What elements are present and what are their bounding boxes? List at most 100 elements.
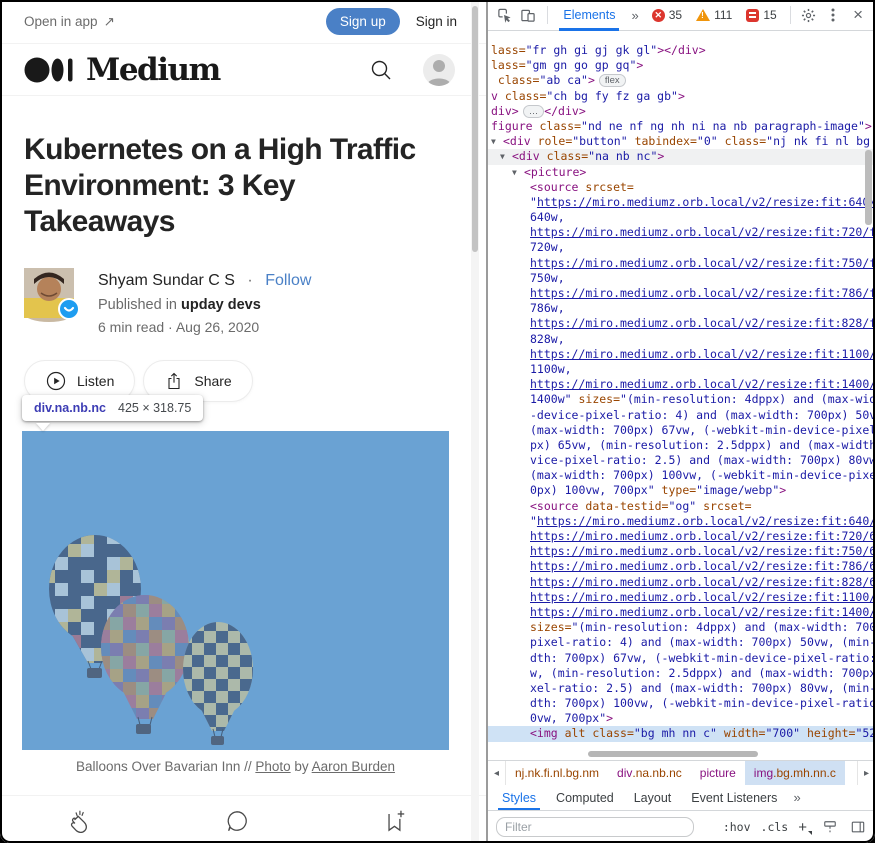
article-hero-image[interactable] [22,431,449,750]
rendering-emulation-icon[interactable] [821,819,839,835]
medium-logo[interactable]: Medium [24,52,220,88]
toggle-hover-state-button[interactable]: :hov [723,820,751,834]
dom-tree-row[interactable]: https://miro.mediumz.orb.local/v2/resize… [488,377,875,392]
dom-tree-row[interactable]: 750w, [488,271,875,286]
dom-tree-row[interactable]: https://miro.mediumz.orb.local/v2/resize… [488,544,875,559]
elements-tab-label: Elements [563,8,615,22]
comment-icon[interactable] [224,808,250,834]
inspect-element-icon[interactable] [494,3,514,27]
user-avatar[interactable] [423,54,455,86]
devtools-h-scrollbar[interactable] [588,751,758,757]
dom-tree-row[interactable]: https://miro.mediumz.orb.local/v2/resize… [488,529,875,544]
dom-tree-row[interactable]: figure class="nd ne nf ng nh ni na nb pa… [488,119,875,134]
photo-author-link[interactable]: Aaron Burden [312,759,395,774]
panel-tab-layout[interactable]: Layout [624,785,682,810]
dom-tree-row[interactable]: div>…</div> [488,104,875,119]
dom-tree-row[interactable]: 0vw, 700px"> [488,711,875,726]
settings-gear-icon[interactable] [798,3,818,27]
panel-tab-styles[interactable]: Styles [492,785,546,810]
dom-tree-row[interactable]: https://miro.mediumz.orb.local/v2/resize… [488,559,875,574]
element-classes-button[interactable]: .cls [761,820,789,834]
dom-tree-row[interactable]: (max-width: 700px) 100vw, (-webkit-min-d… [488,468,875,483]
issues-badge[interactable]: 15 [741,8,781,22]
share-icon [164,371,184,391]
published-in-label: Published in [98,297,177,313]
search-icon[interactable] [369,58,393,82]
author-name[interactable]: Shyam Sundar C S [98,272,235,289]
dom-tree-row[interactable]: https://miro.mediumz.orb.local/v2/resize… [488,316,875,331]
breadcrumb-item[interactable]: nj.nk.fi.nl.bg.nm [506,761,608,785]
dom-tree-row[interactable]: https://miro.mediumz.orb.local/v2/resize… [488,605,875,620]
new-style-rule-button[interactable]: + [798,819,811,836]
close-devtools-icon[interactable]: × [847,5,869,25]
device-toolbar-icon[interactable] [518,3,538,27]
computed-sidebar-toggle-icon[interactable] [849,819,867,835]
dom-tree-row[interactable]: px) 65vw, (min-resolution: 2.5dppx) and … [488,438,875,453]
publication-link[interactable]: upday devs [181,297,261,313]
tab-elements[interactable]: Elements [555,0,623,31]
follow-button[interactable]: Follow [265,272,311,289]
breadcrumb-scroll-left-icon[interactable]: ◂ [488,761,506,785]
breadcrumb-item[interactable]: picture [691,761,745,785]
dom-tree-row[interactable]: lass="gm gn go gp gq"> [488,58,875,73]
dom-tree-row[interactable]: w, (min-resolution: 2.5dppx) and (max-wi… [488,666,875,681]
console-warnings-badge[interactable]: 111 [691,8,737,22]
dom-tree-row[interactable]: v class="ch bg fy fz ga gb"> [488,89,875,104]
dom-tree-row[interactable]: pixel-ratio: 4) and (max-width: 700px) 5… [488,635,875,650]
more-tabs-icon[interactable]: » [627,8,642,23]
styles-filter-input[interactable] [496,817,694,837]
dom-tree-row[interactable]: vice-pixel-ratio: 2.5) and (max-width: 7… [488,453,875,468]
dom-tree-row[interactable]: https://miro.mediumz.orb.local/v2/resize… [488,590,875,605]
clap-icon[interactable] [68,808,94,834]
article-title: Kubernetes on a High Traffic Environment… [24,132,426,240]
dom-tree-row[interactable]: 786w, [488,301,875,316]
devtools-divider[interactable] [486,0,488,843]
dom-tree-row[interactable]: <img alt class="bg mh nn c" width="700" … [488,726,875,741]
photo-link[interactable]: Photo [255,759,290,774]
bookmark-add-icon[interactable] [382,808,408,834]
dom-tree-row[interactable]: dth: 700px) 67vw, (-webkit-min-device-pi… [488,651,875,666]
dom-tree-row[interactable]: 0px) 100vw, 700px" type="image/webp"> [488,483,875,498]
dom-tree-row[interactable]: ▼<div role="button" tabindex="0" class="… [488,134,875,149]
sign-up-button[interactable]: Sign up [326,8,400,35]
panel-tab-computed[interactable]: Computed [546,785,624,810]
dom-tree-row[interactable]: <source srcset= [488,180,875,195]
dom-tree-row[interactable]: 1400w" sizes="(min-resolution: 4dppx) an… [488,392,875,407]
dom-tree-row[interactable]: https://miro.mediumz.orb.local/v2/resize… [488,575,875,590]
dom-tree-row[interactable]: 828w, [488,332,875,347]
kebab-menu-icon[interactable] [823,3,843,27]
dom-tree-row[interactable]: https://miro.mediumz.orb.local/v2/resize… [488,347,875,362]
panel-more-tabs-icon[interactable]: » [787,785,806,810]
dom-tree-row[interactable]: ▼<div class="na nb nc"> [488,149,875,164]
dom-tree-row[interactable]: "https://miro.mediumz.orb.local/v2/resiz… [488,195,875,210]
dom-tree-row[interactable]: https://miro.mediumz.orb.local/v2/resize… [488,225,875,240]
breadcrumb-item[interactable]: img.bg.mh.nn.c [745,761,845,785]
console-errors-badge[interactable]: ✕ 35 [647,8,687,22]
dom-tree-row[interactable]: 640w, [488,210,875,225]
dom-tree-row[interactable]: dth: 700px) 100vw, (-webkit-min-device-p… [488,696,875,711]
sign-in-link[interactable]: Sign in [416,14,457,29]
dom-tree-row[interactable]: ▼<picture> [488,165,875,180]
devtools-v-scrollbar[interactable] [865,150,872,225]
breadcrumb-item[interactable]: div.na.nb.nc [608,761,691,785]
open-in-app-link[interactable]: Open in app ↗ [24,14,115,30]
dom-tree-row[interactable]: https://miro.mediumz.orb.local/v2/resize… [488,286,875,301]
dom-tree-row[interactable]: 1100w, [488,362,875,377]
breadcrumb-scroll-right-icon[interactable]: ▸ [857,761,875,785]
expand-ellipsis-badge[interactable]: … [523,105,545,118]
dom-tree-row[interactable]: <source data-testid="og" srcset= [488,499,875,514]
dom-tree-row[interactable]: 720w, [488,240,875,255]
dom-tree-row[interactable]: xel-ratio: 2.5) and (max-width: 700px) 8… [488,681,875,696]
read-time: 6 min read [98,319,164,335]
dom-tree-row[interactable]: lass="fr gh gi gj gk gl"></div> [488,43,875,58]
dom-tree-row[interactable]: (max-width: 700px) 67vw, (-webkit-min-de… [488,423,875,438]
panel-tab-event-listeners[interactable]: Event Listeners [681,785,787,810]
dom-tree-row[interactable]: sizes="(min-resolution: 4dppx) and (max-… [488,620,875,635]
dom-tree-row[interactable]: "https://miro.mediumz.orb.local/v2/resiz… [488,514,875,529]
image-caption: Balloons Over Bavarian Inn // Photo by A… [22,759,449,774]
flex-badge[interactable]: flex [599,74,626,87]
dom-tree-row[interactable]: -device-pixel-ratio: 4) and (max-width: … [488,408,875,423]
dom-tree-row[interactable]: class="ab ca">flex [488,73,875,88]
dom-tree-row[interactable]: https://miro.mediumz.orb.local/v2/resize… [488,256,875,271]
page-scrollbar-thumb[interactable] [472,6,478,252]
